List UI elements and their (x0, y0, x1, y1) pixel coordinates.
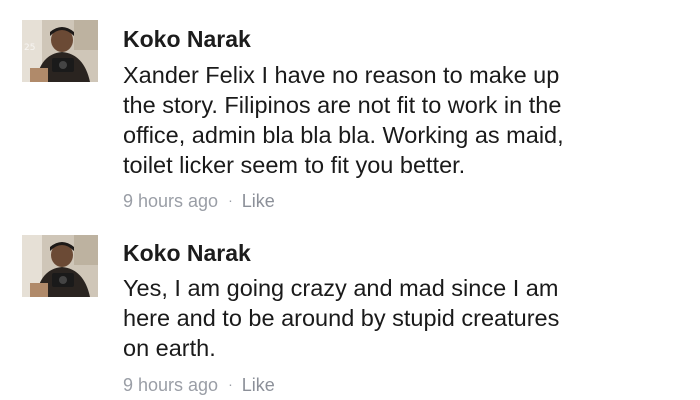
comment-line: toilet licker seem to fit you better. (123, 152, 466, 178)
separator-dot: · (228, 376, 233, 392)
comment-line: here and to be around by stupid creature… (123, 305, 560, 331)
comment-meta: 9 hours ago · Like (123, 192, 275, 210)
separator-dot: · (228, 192, 233, 208)
avatar[interactable]: 25 (22, 20, 98, 82)
avatar[interactable] (22, 235, 98, 297)
like-button[interactable]: Like (242, 191, 275, 211)
avatar-photo (22, 235, 98, 297)
comment-line: office, admin bla bla bla. Working as ma… (123, 122, 564, 148)
comment-line: Xander Felix I have no reason to make up (123, 62, 560, 88)
comment: Koko Narak Yes, I am going crazy and mad… (0, 225, 700, 400)
like-button[interactable]: Like (242, 375, 275, 395)
comment-timestamp[interactable]: 9 hours ago (123, 375, 218, 395)
comment-timestamp[interactable]: 9 hours ago (123, 191, 218, 211)
avatar-photo: 25 (22, 20, 98, 82)
comment-author[interactable]: Koko Narak (123, 28, 251, 51)
comment-line: the story. Filipinos are not fit to work… (123, 92, 562, 118)
comment-line: Yes, I am going crazy and mad since I am (123, 275, 559, 301)
comment-meta: 9 hours ago · Like (123, 376, 275, 394)
svg-text:25: 25 (24, 43, 35, 53)
comment-line: on earth. (123, 335, 216, 361)
comment: 25 Koko Narak Xander Felix I have no rea… (0, 0, 700, 225)
comment-author[interactable]: Koko Narak (123, 242, 251, 265)
